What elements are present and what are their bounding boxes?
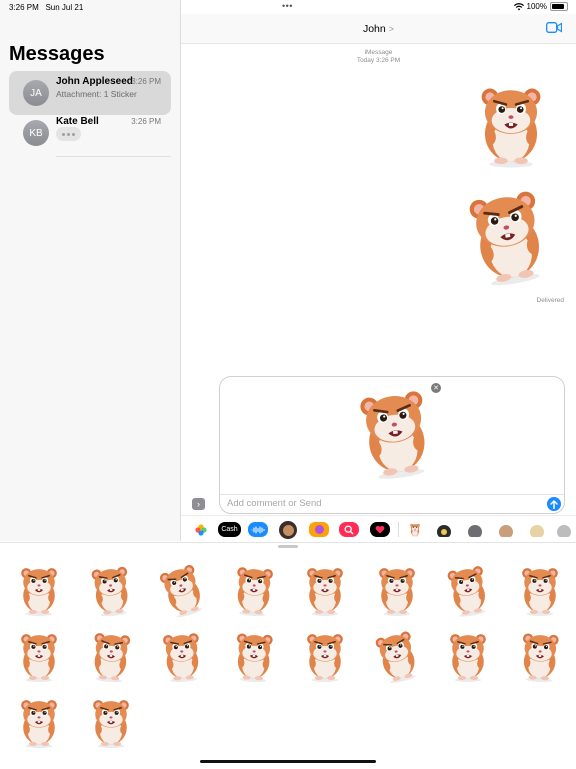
- sticker-option[interactable]: [155, 561, 209, 617]
- photos-icon[interactable]: [191, 522, 211, 537]
- multitasking-dots-icon[interactable]: •••: [282, 1, 293, 11]
- conversation-item-kate[interactable]: KB Kate Bell 3:26 PM: [9, 111, 171, 155]
- search-images-icon[interactable]: [339, 522, 359, 537]
- message-time: 3:26 PM: [131, 117, 161, 126]
- sticker-app-icon[interactable]: [554, 522, 574, 537]
- status-time: 3:26 PM Sun Jul 21: [9, 3, 84, 12]
- conversation-timestamp: iMessage Today 3:26 PM: [356, 49, 401, 64]
- compose-box: ✕: [219, 376, 565, 514]
- delivery-status: Delivered: [536, 297, 564, 304]
- sticker-app-icon[interactable]: [434, 522, 454, 537]
- battery-icon: [550, 2, 568, 11]
- sticker-app-icon[interactable]: [527, 522, 547, 537]
- chat-header: John >: [181, 14, 576, 44]
- conversation-sidebar: Messages JA John Appleseed 3:26 PM Attac…: [0, 0, 181, 541]
- home-indicator[interactable]: [200, 760, 376, 763]
- chevron-right-icon: ›: [197, 499, 200, 509]
- sticker-option[interactable]: [513, 627, 567, 683]
- sticker-option[interactable]: [370, 627, 424, 683]
- sticker-panel: [0, 542, 576, 769]
- memoji-icon[interactable]: [279, 521, 297, 539]
- battery-percentage: 100%: [526, 2, 547, 11]
- video-call-icon[interactable]: [546, 22, 562, 33]
- message-time: 3:26 PM: [131, 77, 161, 86]
- stickers-icon[interactable]: [309, 522, 329, 537]
- send-button[interactable]: [547, 497, 561, 511]
- sticker-option[interactable]: [155, 627, 209, 683]
- sent-sticker[interactable]: [458, 182, 558, 286]
- sticker-option[interactable]: [227, 561, 281, 617]
- contact-name: Kate Bell: [56, 116, 99, 127]
- sticker-option[interactable]: [298, 561, 352, 617]
- sticker-app-icon[interactable]: [496, 522, 516, 537]
- sticker-option[interactable]: [441, 561, 495, 617]
- sticker-app-icon[interactable]: [465, 522, 485, 537]
- app-drawer: Cash: [181, 515, 576, 543]
- sticker-option[interactable]: [12, 627, 66, 683]
- digital-touch-icon[interactable]: [370, 522, 390, 537]
- audio-message-icon[interactable]: [248, 522, 268, 537]
- sticker-option[interactable]: [513, 561, 567, 617]
- sticker-option[interactable]: [298, 627, 352, 683]
- draft-sticker[interactable]: [351, 381, 441, 479]
- wifi-icon: [513, 2, 524, 10]
- sticker-option[interactable]: [84, 627, 138, 683]
- sticker-option[interactable]: [441, 627, 495, 683]
- message-input[interactable]: [227, 496, 517, 511]
- avatar: KB: [23, 120, 49, 146]
- arrow-up-icon: [550, 499, 558, 509]
- sticker-option[interactable]: [227, 627, 281, 683]
- message-preview: Attachment: 1 Sticker: [56, 89, 137, 99]
- typing-indicator: [56, 127, 81, 141]
- remove-attachment-icon[interactable]: ✕: [431, 383, 441, 393]
- hamster-sticker-icon[interactable]: [405, 522, 425, 537]
- panel-grabber[interactable]: [278, 545, 298, 548]
- contact-name: John Appleseed: [56, 76, 133, 87]
- sent-sticker[interactable]: [469, 70, 553, 176]
- expand-apps-button[interactable]: ›: [192, 498, 205, 510]
- list-divider: [56, 156, 171, 157]
- sticker-option[interactable]: [84, 561, 138, 617]
- sticker-option[interactable]: [12, 693, 66, 749]
- chevron-right-icon: >: [388, 24, 395, 34]
- sticker-option[interactable]: [12, 561, 66, 617]
- apple-cash-icon[interactable]: Cash: [218, 522, 241, 537]
- status-bar: 3:26 PM Sun Jul 21 ••• 100%: [0, 0, 576, 14]
- chat-contact-title[interactable]: John >: [181, 23, 576, 35]
- sticker-option[interactable]: [84, 693, 138, 749]
- conversation-item-john[interactable]: JA John Appleseed 3:26 PM Attachment: 1 …: [9, 71, 171, 115]
- page-title: Messages: [9, 43, 105, 65]
- avatar: JA: [23, 80, 49, 106]
- sticker-option[interactable]: [370, 561, 424, 617]
